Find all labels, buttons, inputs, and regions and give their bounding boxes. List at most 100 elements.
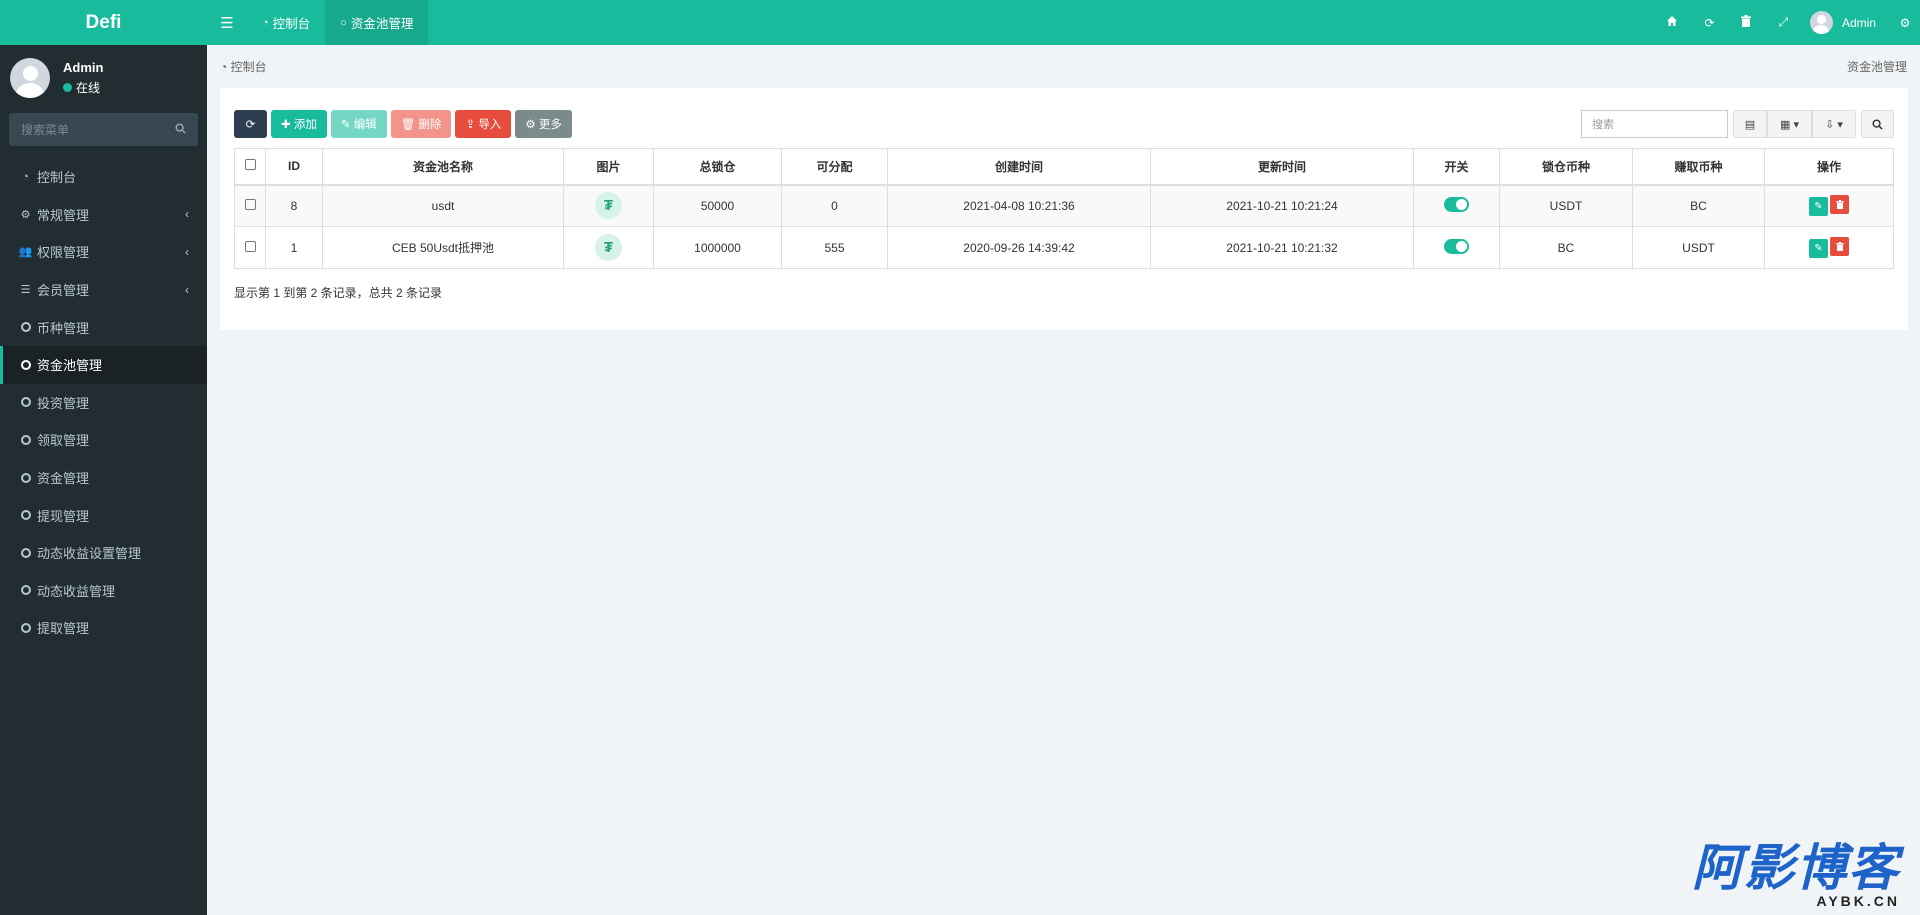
col-total-locked[interactable]: 总锁仓 <box>653 148 782 186</box>
circle-icon <box>20 622 31 633</box>
sidebar-item-extract[interactable]: 提取管理 <box>0 609 207 647</box>
sidebar-item-label: 会员管理 <box>37 283 90 299</box>
sidebar-item-withdraw[interactable]: 提现管理 <box>0 496 207 534</box>
toggle-view-button[interactable]: ▤ <box>1733 110 1767 138</box>
sidebar-item-investment[interactable]: 投资管理 <box>0 384 207 422</box>
user-panel: Admin 在线 <box>0 45 207 110</box>
admin-name: Admin <box>1841 15 1876 30</box>
col-created[interactable]: 创建时间 <box>887 148 1151 186</box>
row-delete-button[interactable] <box>1830 237 1849 256</box>
watermark-logo: 阿影博客 AYBK.CN <box>1692 843 1900 909</box>
edit-label: 编辑 <box>353 119 377 131</box>
sidebar-item-label: 提现管理 <box>37 508 90 524</box>
cell-name: CEB 50Usdt抵押池 <box>322 226 564 269</box>
sidebar-item-currency[interactable]: 币种管理 <box>0 308 207 346</box>
breadcrumb-current: 资金池管理 <box>1846 60 1907 74</box>
tether-icon[interactable]: ₮ <box>595 234 622 261</box>
sidebar-item-funds[interactable]: 资金管理 <box>0 459 207 497</box>
avatar <box>10 57 50 98</box>
pencil-icon: ✎ <box>340 119 354 131</box>
pagination-summary: 显示第 1 到第 2 条记录，总共 2 条记录 <box>234 286 443 300</box>
cell-id: 8 <box>265 184 323 227</box>
col-switch[interactable]: 开关 <box>1413 148 1500 186</box>
table-row[interactable]: 8 usdt ₮ 50000 0 2021-04-08 10:21:36 202… <box>234 184 1894 227</box>
chevron-left-icon: ‹ <box>185 244 189 259</box>
watermark-main: 阿影博客 <box>1692 840 1900 896</box>
add-button[interactable]: ✚ 添加 <box>271 110 327 138</box>
table-search-input[interactable]: 搜索 <box>1581 110 1728 138</box>
sidebar-item-claim[interactable]: 领取管理 <box>0 421 207 459</box>
select-all-checkbox[interactable] <box>244 159 256 171</box>
sidebar-item-label: 常规管理 <box>37 207 90 223</box>
trash-icon: 🗑 <box>400 119 419 131</box>
user-status-label: 在线 <box>76 80 101 95</box>
sidebar-menu: ◔ 控制台 ⚙ 常规管理 ‹ 👥 权限管理 ‹ ☰ 会员管理 ‹ 币种管理 资金池管理 投资管… <box>0 158 207 647</box>
search-icon[interactable] <box>175 122 186 137</box>
row-checkbox[interactable] <box>244 240 256 252</box>
col-distributable[interactable]: 可分配 <box>781 148 888 186</box>
col-name[interactable]: 资金池名称 <box>322 148 564 186</box>
trash-icon[interactable] <box>1728 15 1765 30</box>
import-button[interactable]: ⇪ 导入 <box>455 110 512 138</box>
dashboard-icon: ◔ <box>262 16 269 29</box>
breadcrumb[interactable]: ◔ 控制台 <box>220 58 267 75</box>
home-icon[interactable] <box>1654 15 1691 30</box>
sidebar-item-fund-pool[interactable]: 资金池管理 <box>0 345 207 384</box>
sidebar-item-label: 提取管理 <box>37 621 90 637</box>
cogs-icon[interactable]: ⚙ <box>1890 16 1920 30</box>
row-delete-button[interactable] <box>1830 195 1849 215</box>
sidebar-item-general[interactable]: ⚙ 常规管理 ‹ <box>0 196 207 234</box>
status-toggle[interactable] <box>1444 238 1469 254</box>
sidebar-item-dashboard[interactable]: ◔ 控制台 <box>0 158 207 196</box>
cell-total: 1000000 <box>653 226 782 269</box>
col-id[interactable]: ID <box>265 148 323 186</box>
breadcrumb-home[interactable]: 控制台 <box>231 60 267 74</box>
trash-icon <box>1835 242 1844 251</box>
delete-button[interactable]: 🗑 删除 <box>390 110 452 138</box>
tab-fund-pool[interactable]: ○ 资金池管理 <box>325 0 429 45</box>
sidebar-item-members[interactable]: ☰ 会员管理 ‹ <box>0 271 207 309</box>
tab-dashboard[interactable]: ◔ 控制台 <box>247 0 325 45</box>
tether-icon[interactable]: ₮ <box>595 192 622 220</box>
table-row[interactable]: 1 CEB 50Usdt抵押池 ₮ 1000000 555 2020-09-26… <box>234 226 1894 269</box>
more-button[interactable]: ⚙ 更多 <box>515 110 572 138</box>
export-icon: ⇩ ▾ <box>1825 118 1843 131</box>
sidebar-item-dynamic-income[interactable]: 动态收益管理 <box>0 572 207 610</box>
fullscreen-icon[interactable]: ⤢ <box>1765 15 1802 30</box>
col-image[interactable]: 图片 <box>563 148 654 186</box>
avatar <box>1809 11 1833 34</box>
chevron-left-icon: ‹ <box>185 282 189 297</box>
menu-toggle-icon[interactable]: ☰ <box>207 14 247 32</box>
sidebar-item-auth[interactable]: 👥 权限管理 ‹ <box>0 233 207 271</box>
list-icon: ☰ <box>20 284 31 297</box>
search-icon <box>1872 118 1883 130</box>
export-button[interactable]: ⇩ ▾ <box>1812 110 1856 138</box>
col-updated[interactable]: 更新时间 <box>1150 148 1414 186</box>
sidebar-item-dynamic-settings[interactable]: 动态收益设置管理 <box>0 534 207 572</box>
col-earn-currency[interactable]: 赚取币种 <box>1632 148 1765 186</box>
sidebar-item-label: 币种管理 <box>37 320 90 336</box>
table-tools: 搜索 ▤ ▦ ▾ ⇩ ▾ <box>1581 110 1894 138</box>
refresh-button[interactable]: ⟳ <box>234 110 267 138</box>
circle-icon: ○ <box>340 16 347 29</box>
cell-name: usdt <box>322 184 564 227</box>
brand-logo[interactable]: Defi <box>0 0 207 45</box>
row-checkbox[interactable] <box>244 198 256 210</box>
col-lock-currency[interactable]: 锁仓币种 <box>1499 148 1633 186</box>
sidebar-search-input[interactable]: 搜索菜单 <box>9 113 198 146</box>
columns-button[interactable]: ▦ ▾ <box>1767 110 1812 138</box>
row-edit-button[interactable]: ✎ <box>1809 197 1828 217</box>
content-panel: ⟳ ✚ 添加 ✎ 编辑 🗑 删除 ⇪ 导入 ⚙ 更多 搜索 ▤ ▦ ▾ ⇩ ▾ … <box>220 88 1908 330</box>
status-toggle[interactable] <box>1444 196 1469 212</box>
row-edit-button[interactable]: ✎ <box>1809 239 1828 258</box>
advanced-search-button[interactable] <box>1861 110 1894 138</box>
cell-distributable: 555 <box>781 226 888 269</box>
sidebar-item-label: 领取管理 <box>37 433 90 449</box>
search-placeholder: 搜索 <box>1592 119 1614 131</box>
edit-button[interactable]: ✎ 编辑 <box>330 110 387 138</box>
refresh-icon[interactable]: ⟳ <box>1691 16 1728 30</box>
admin-menu[interactable]: Admin <box>1802 11 1890 34</box>
dashboard-icon: ◔ <box>220 60 231 74</box>
fund-pool-table: ID 资金池名称 图片 总锁仓 可分配 创建时间 更新时间 开关 锁仓币种 赚取… <box>234 148 1894 269</box>
cell-updated: 2021-10-21 10:21:24 <box>1150 184 1414 227</box>
